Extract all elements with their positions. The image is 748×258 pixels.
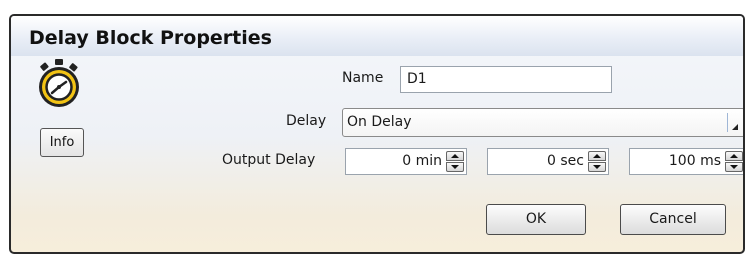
delay-select[interactable]: On Delay bbox=[342, 108, 743, 137]
milliseconds-value: 100 ms bbox=[668, 153, 721, 169]
minutes-value: 0 min bbox=[402, 153, 442, 169]
chevron-down-icon bbox=[732, 124, 738, 130]
seconds-up-icon[interactable] bbox=[588, 151, 606, 161]
milliseconds-down-icon[interactable] bbox=[725, 162, 743, 172]
seconds-spin-buttons bbox=[588, 151, 606, 172]
milliseconds-spin-buttons bbox=[725, 151, 743, 172]
minutes-down-icon[interactable] bbox=[446, 162, 464, 172]
milliseconds-stepper[interactable]: 100 ms bbox=[629, 148, 743, 175]
info-button[interactable]: Info bbox=[40, 128, 84, 157]
stopwatch-icon bbox=[35, 58, 83, 110]
seconds-stepper[interactable]: 0 sec bbox=[487, 148, 609, 175]
milliseconds-up-icon[interactable] bbox=[725, 151, 743, 161]
output-delay-label: Output Delay bbox=[222, 152, 316, 168]
minutes-stepper[interactable]: 0 min bbox=[345, 148, 467, 175]
dialog-title: Delay Block Properties bbox=[29, 27, 272, 49]
ok-button[interactable]: OK bbox=[486, 204, 586, 235]
title-bar: Delay Block Properties bbox=[11, 16, 743, 56]
dropdown-separator bbox=[727, 113, 728, 132]
minutes-spin-buttons bbox=[446, 151, 464, 172]
name-label: Name bbox=[342, 70, 384, 86]
name-field[interactable]: D1 bbox=[400, 66, 612, 93]
seconds-down-icon[interactable] bbox=[588, 162, 606, 172]
delay-block-properties-dialog: Delay Block Properties Info Name D1 Dela… bbox=[9, 14, 745, 254]
delay-label: Delay bbox=[286, 113, 327, 129]
cancel-button[interactable]: Cancel bbox=[620, 204, 726, 235]
minutes-up-icon[interactable] bbox=[446, 151, 464, 161]
seconds-value: 0 sec bbox=[547, 153, 584, 169]
delay-select-value: On Delay bbox=[347, 114, 412, 130]
